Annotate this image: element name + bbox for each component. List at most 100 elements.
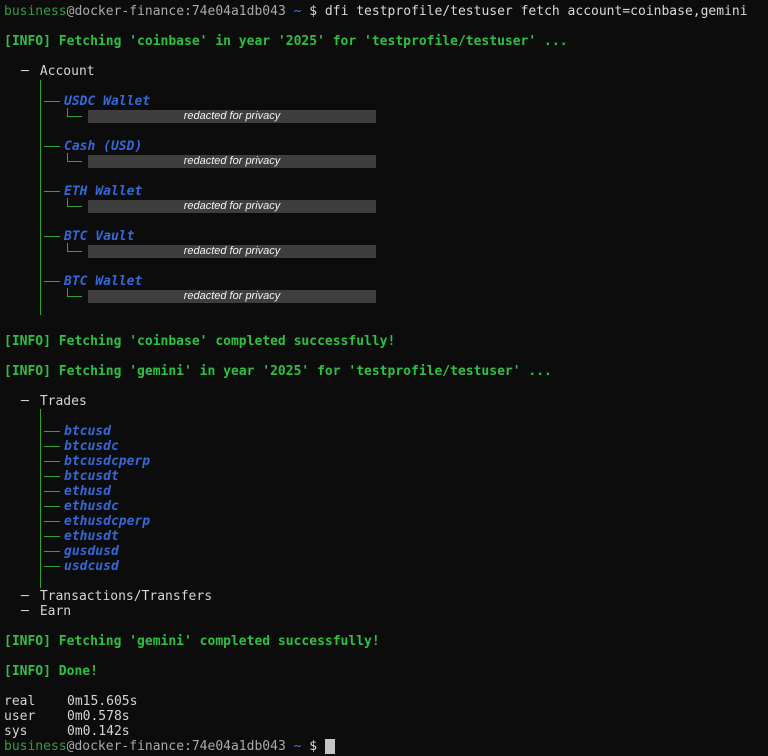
redacted-bar: redacted for privacy <box>88 245 376 258</box>
blank-line <box>4 349 768 364</box>
trade-pair: ethusd <box>64 484 111 499</box>
wallet-item: ETH Wallet <box>4 184 768 199</box>
prompt-line[interactable]: business@docker-finance:74e04a1db043 ~ $ <box>4 739 768 754</box>
tree-elbow-icon <box>67 198 82 207</box>
redacted-bar-line: redacted for privacy <box>4 244 768 259</box>
blank-line <box>4 574 768 589</box>
timing-label: real <box>4 694 67 709</box>
tree-branch-icon <box>44 536 60 537</box>
info-gemini-done: [INFO] Fetching 'gemini' completed succe… <box>4 634 768 649</box>
tree-root-earn: ─ Earn <box>4 604 768 619</box>
blank-line <box>4 79 768 94</box>
prompt-user: business <box>4 4 67 19</box>
prompt-cwd: ~ <box>286 4 302 19</box>
tree-branch-icon <box>44 431 60 432</box>
redacted-bar: redacted for privacy <box>88 290 376 303</box>
redacted-bar: redacted for privacy <box>88 155 376 168</box>
tree-branch-icon <box>44 101 60 102</box>
trade-item: ethusd <box>4 484 768 499</box>
trades-root-label: Trades <box>40 394 87 409</box>
blank-line <box>4 409 768 424</box>
redacted-bar-line: redacted for privacy <box>4 289 768 304</box>
tree-dash: ─ <box>21 64 29 79</box>
prompt-line: business@docker-finance:74e04a1db043 ~ $… <box>4 4 768 19</box>
blank-line <box>4 619 768 634</box>
terminal-window: business@docker-finance:74e04a1db043 ~ $… <box>0 0 768 756</box>
tree-elbow-icon <box>67 288 82 297</box>
tree-root-account: ─ Account <box>4 64 768 79</box>
tree-elbow-icon <box>67 108 82 117</box>
timing-row: real0m15.605s <box>4 694 768 709</box>
redacted-bar-line: redacted for privacy <box>4 154 768 169</box>
wallet-name: Cash (USD) <box>64 139 142 154</box>
trade-item: btcusd <box>4 424 768 439</box>
blank-line <box>4 319 768 334</box>
blank-line <box>4 679 768 694</box>
timing-label: sys <box>4 724 67 739</box>
trade-item: btcusdt <box>4 469 768 484</box>
blank-line <box>4 124 768 139</box>
command-text: dfi testprofile/testuser fetch account=c… <box>325 4 748 19</box>
tree-branch-icon <box>44 446 60 447</box>
wallet-name: USDC Wallet <box>64 94 150 109</box>
prompt-symbol: $ <box>301 4 324 19</box>
redacted-bar-line: redacted for privacy <box>4 109 768 124</box>
info-coinbase-done: [INFO] Fetching 'coinbase' completed suc… <box>4 334 768 349</box>
tree-branch-icon <box>44 281 60 282</box>
tree-branch-icon <box>44 491 60 492</box>
blank-line <box>4 259 768 274</box>
trade-item: btcusdcperp <box>4 454 768 469</box>
tree-root-transactions: ─ Transactions/Transfers <box>4 589 768 604</box>
trade-pair: usdcusd <box>64 559 119 574</box>
tree-branch-icon <box>44 461 60 462</box>
trade-item: ethusdc <box>4 499 768 514</box>
wallet-item: BTC Vault <box>4 229 768 244</box>
timing-value: 0m15.605s <box>67 694 137 709</box>
trade-item: btcusdc <box>4 439 768 454</box>
timing-label: user <box>4 709 67 724</box>
trade-pair: gusdusd <box>64 544 119 559</box>
wallet-item: Cash (USD) <box>4 139 768 154</box>
trade-pair: ethusdcperp <box>64 514 150 529</box>
tree-dash: ─ <box>21 604 29 619</box>
wallet-item: BTC Wallet <box>4 274 768 289</box>
prompt-host: @docker-finance:74e04a1db043 <box>67 739 286 754</box>
blank-line <box>4 379 768 394</box>
earn-root-label: Earn <box>40 604 71 619</box>
prompt-symbol: $ <box>301 739 324 754</box>
trade-pair: btcusdc <box>64 439 119 454</box>
redacted-bar: redacted for privacy <box>88 110 376 123</box>
account-root-label: Account <box>40 64 95 79</box>
tree-root-trades: ─Trades <box>4 394 768 409</box>
wallet-item: USDC Wallet <box>4 94 768 109</box>
trade-item: ethusdt <box>4 529 768 544</box>
info-done: [INFO] Done! <box>4 664 768 679</box>
trade-item: usdcusd <box>4 559 768 574</box>
prompt-user: business <box>4 739 67 754</box>
terminal-cursor[interactable] <box>325 739 335 754</box>
trade-item: ethusdcperp <box>4 514 768 529</box>
redacted-bar-line: redacted for privacy <box>4 199 768 214</box>
blank-line <box>4 649 768 664</box>
blank-line <box>4 169 768 184</box>
blank-line <box>4 49 768 64</box>
timing-row: user0m0.578s <box>4 709 768 724</box>
trade-item: gusdusd <box>4 544 768 559</box>
timing-row: sys0m0.142s <box>4 724 768 739</box>
tree-branch-icon <box>44 566 60 567</box>
prompt-host: @docker-finance:74e04a1db043 <box>67 4 286 19</box>
tree-branch-icon <box>44 521 60 522</box>
tree-branch-icon <box>44 191 60 192</box>
tree-elbow-icon <box>67 153 82 162</box>
blank-line <box>4 214 768 229</box>
blank-line <box>4 304 768 319</box>
info-fetch-gemini: [INFO] Fetching 'gemini' in year '2025' … <box>4 364 768 379</box>
tree-dash: ─ <box>21 589 29 604</box>
wallet-name: ETH Wallet <box>64 184 142 199</box>
redacted-bar: redacted for privacy <box>88 200 376 213</box>
trade-pair: btcusdcperp <box>64 454 150 469</box>
transactions-root-label: Transactions/Transfers <box>40 589 212 604</box>
tree-branch-icon <box>44 506 60 507</box>
tree-branch-icon <box>44 146 60 147</box>
wallet-name: BTC Vault <box>64 229 134 244</box>
